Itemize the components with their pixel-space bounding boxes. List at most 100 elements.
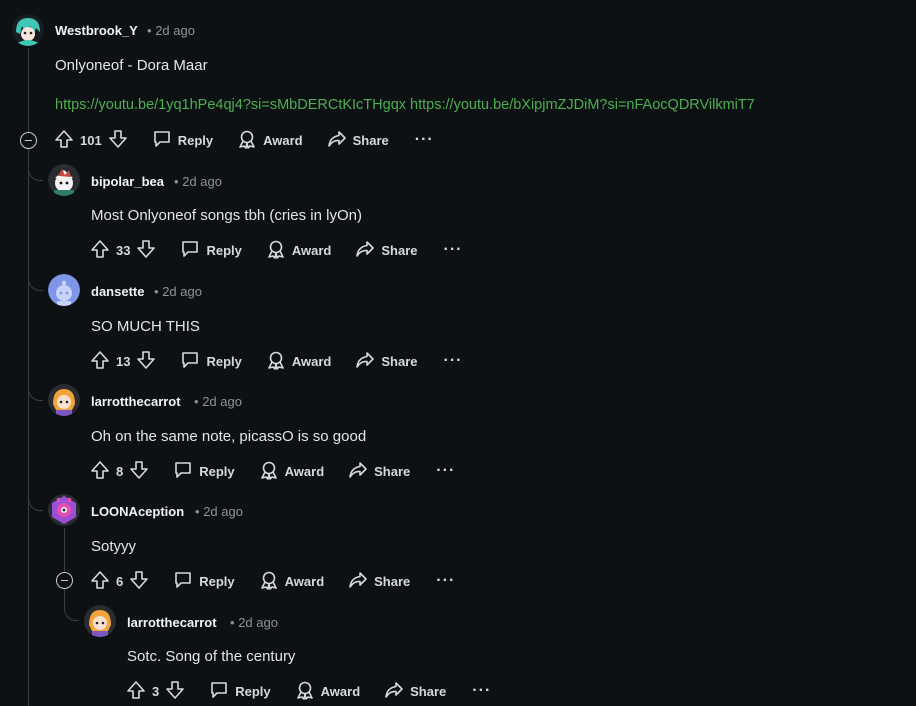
reply-button[interactable]: Reply <box>209 680 271 703</box>
downvote-icon[interactable] <box>129 460 149 483</box>
thread-line-root <box>28 148 29 706</box>
share-button[interactable]: Share <box>348 460 410 483</box>
avatar[interactable] <box>48 164 80 196</box>
time-ago: 2d ago <box>238 615 278 630</box>
upvote-icon[interactable] <box>90 350 110 373</box>
comment-actions: 101 Reply Award Share ··· <box>54 127 434 153</box>
award-button[interactable]: Award <box>266 350 331 373</box>
comment-username[interactable]: LOONAception <box>91 504 184 519</box>
share-label: Share <box>352 132 389 148</box>
comment-actions: 3 Reply Award Share ··· <box>126 678 491 704</box>
award-label: Award <box>284 573 325 589</box>
avatar[interactable] <box>48 384 80 416</box>
downvote-icon[interactable] <box>129 570 149 593</box>
reply-button[interactable]: Reply <box>180 350 242 373</box>
vote-score: 6 <box>116 573 124 589</box>
reply-icon <box>180 239 206 262</box>
share-button[interactable]: Share <box>384 680 446 703</box>
thread-connector <box>64 590 79 621</box>
award-label: Award <box>284 463 325 479</box>
vote-score: 13 <box>116 353 131 369</box>
share-icon <box>327 129 353 152</box>
share-button[interactable]: Share <box>348 570 410 593</box>
comment-timestamp: • 2d ago <box>195 504 243 519</box>
share-button[interactable]: Share <box>355 239 418 262</box>
more-icon[interactable]: ··· <box>436 462 455 480</box>
reply-label: Reply <box>206 242 242 258</box>
share-button[interactable]: Share <box>327 129 389 152</box>
reply-button[interactable]: Reply <box>180 239 242 262</box>
thread-connector <box>28 150 43 181</box>
downvote-icon[interactable] <box>136 350 156 373</box>
time-ago: 2d ago <box>202 394 242 409</box>
reply-label: Reply <box>206 353 242 369</box>
comment-username[interactable]: larrotthecarrot <box>127 615 217 630</box>
reply-button[interactable]: Reply <box>173 460 235 483</box>
reply-button[interactable]: Reply <box>173 570 235 593</box>
comment-thread: Westbrook_Y • 2d ago Onlyoneof - Dora Ma… <box>0 0 916 706</box>
share-label: Share <box>374 463 411 479</box>
meta-separator: • <box>194 394 199 409</box>
collapse-icon[interactable] <box>56 572 73 589</box>
vote-score: 3 <box>152 683 160 699</box>
upvote-icon[interactable] <box>90 570 110 593</box>
award-button[interactable]: Award <box>266 239 331 262</box>
vote-score: 8 <box>116 463 124 479</box>
award-icon <box>259 460 285 483</box>
meta-separator: • <box>147 23 152 38</box>
comment-actions: 6 Reply Award Share ··· <box>90 568 455 594</box>
comment-username[interactable]: dansette <box>91 284 144 299</box>
award-button[interactable]: Award <box>295 680 360 703</box>
thread-connector <box>28 370 43 401</box>
reply-label: Reply <box>199 463 235 479</box>
upvote-icon[interactable] <box>54 129 74 152</box>
vote-group: 33 <box>90 239 156 262</box>
more-icon[interactable]: ··· <box>415 131 434 149</box>
award-label: Award <box>263 132 303 148</box>
reply-button[interactable]: Reply <box>152 129 213 152</box>
award-icon <box>266 350 292 373</box>
award-button[interactable]: Award <box>259 570 325 593</box>
more-icon[interactable]: ··· <box>436 572 455 590</box>
avatar[interactable] <box>48 494 80 526</box>
award-icon <box>295 680 321 703</box>
downvote-icon[interactable] <box>165 680 185 703</box>
reply-label: Reply <box>177 132 214 148</box>
vote-group: 6 <box>90 570 149 593</box>
youtube-link[interactable]: https://youtu.be/bXipjmZJDiM?si=nFAocQDR… <box>410 97 755 113</box>
comment-body: SO MUCH THIS <box>91 318 200 335</box>
comment-timestamp: • 2d ago <box>174 174 222 189</box>
more-icon[interactable]: ··· <box>444 352 463 370</box>
time-ago: 2d ago <box>155 23 195 38</box>
thread-connector <box>28 480 43 511</box>
comment-username[interactable]: Westbrook_Y <box>55 23 138 38</box>
avatar[interactable] <box>12 14 44 46</box>
award-button[interactable]: Award <box>259 460 325 483</box>
upvote-icon[interactable] <box>90 460 110 483</box>
collapse-icon[interactable] <box>20 132 37 149</box>
comment-timestamp: • 2d ago <box>147 23 195 38</box>
meta-separator: • <box>230 615 235 630</box>
upvote-icon[interactable] <box>126 680 146 703</box>
reply-icon <box>209 680 235 703</box>
downvote-icon[interactable] <box>136 239 156 262</box>
upvote-icon[interactable] <box>90 239 110 262</box>
time-ago: 2d ago <box>162 284 202 299</box>
comment-username[interactable]: larrotthecarrot <box>91 394 181 409</box>
more-icon[interactable]: ··· <box>472 682 491 700</box>
youtube-link[interactable]: https://youtu.be/1yq1hPe4qj4?si=sMbDERCt… <box>55 97 406 113</box>
award-icon <box>259 570 285 593</box>
downvote-icon[interactable] <box>108 129 128 152</box>
award-icon <box>237 129 263 152</box>
comment-username[interactable]: bipolar_bea <box>91 174 164 189</box>
share-button[interactable]: Share <box>355 350 418 373</box>
award-button[interactable]: Award <box>237 129 303 152</box>
share-icon <box>384 680 410 703</box>
comment-timestamp: • 2d ago <box>230 615 278 630</box>
more-icon[interactable]: ··· <box>444 241 463 259</box>
avatar[interactable] <box>84 605 116 637</box>
reply-icon <box>152 129 178 152</box>
share-icon <box>348 570 374 593</box>
award-icon <box>266 239 292 262</box>
avatar[interactable] <box>48 274 80 306</box>
